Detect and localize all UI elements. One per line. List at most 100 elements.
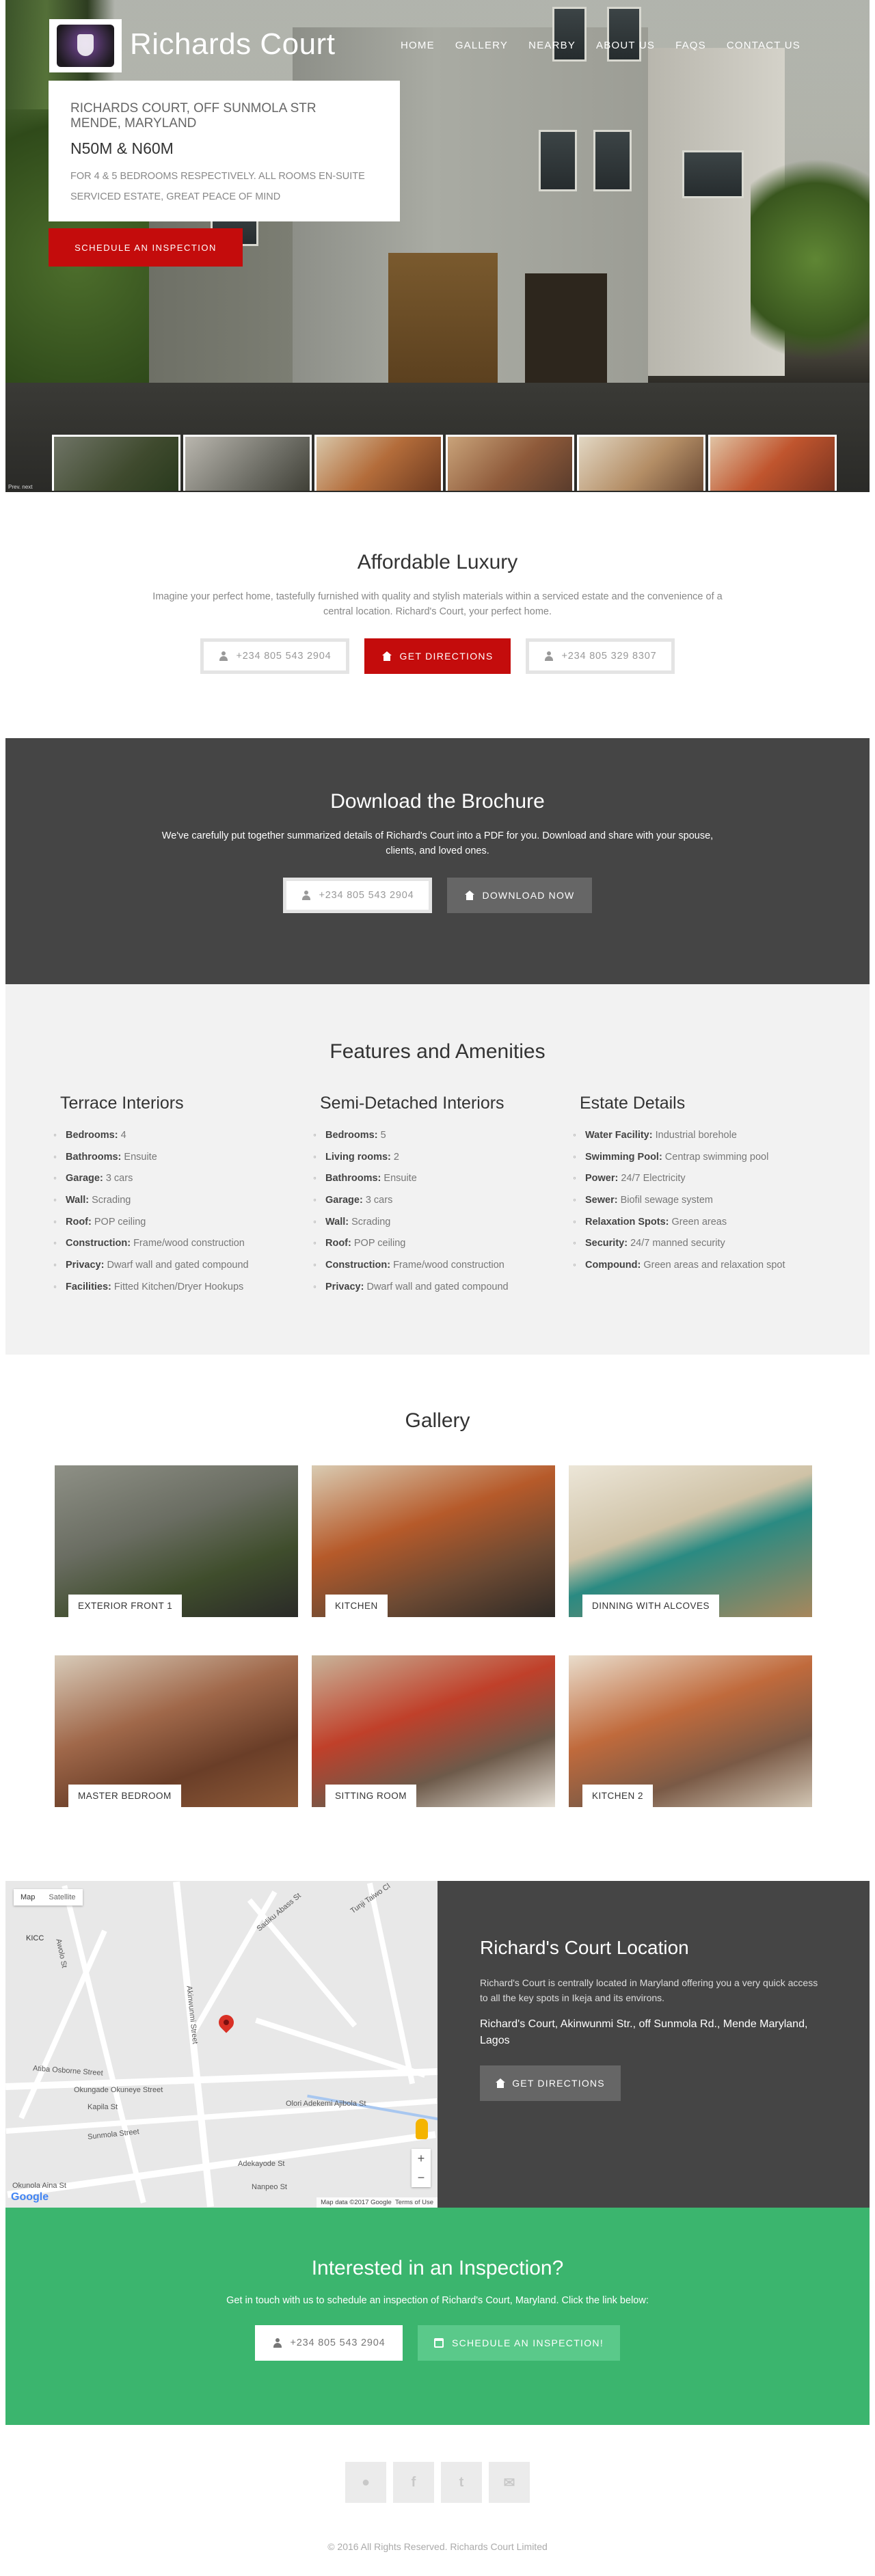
user-icon	[273, 2338, 282, 2348]
feature-item: Construction: Frame/wood construction	[53, 1237, 319, 1260]
facebook-icon[interactable]: f	[393, 2462, 434, 2503]
feature-item: Bathrooms: Ensuite	[313, 1172, 578, 1195]
hero-thumb-5[interactable]	[577, 435, 705, 491]
logo[interactable]	[49, 19, 122, 72]
luxury-section: Affordable Luxury Imagine your perfect h…	[5, 492, 870, 738]
satellite-tab[interactable]: Satellite	[42, 1889, 82, 1906]
schedule-inspection-button[interactable]: SCHEDULE AN INSPECTION	[49, 228, 243, 267]
map-street-label: Awolo St	[54, 1938, 68, 1969]
location-section: Map Satellite KICC Awolo St Sadiku Abass…	[5, 1881, 870, 2208]
phone-2-label: +234 805 329 8307	[561, 651, 657, 662]
feature-item: Relaxation Spots: Green areas	[573, 1216, 838, 1238]
crest-icon	[57, 25, 114, 67]
hero-address-line1: RICHARDS COURT, OFF SUNMOLA STR	[70, 101, 317, 116]
navbar: Richards Court HOME GALLERY NEARBY ABOUT…	[5, 0, 870, 89]
hero-thumb-4[interactable]	[446, 435, 574, 491]
get-directions-button[interactable]: GET DIRECTIONS	[364, 638, 511, 674]
feature-item: Garage: 3 cars	[53, 1172, 319, 1195]
feature-item: Garage: 3 cars	[313, 1194, 578, 1217]
feature-item: Living rooms: 2	[313, 1151, 578, 1174]
map-street-label: Okungade Okuneye Street	[74, 2086, 163, 2094]
user-icon	[219, 651, 228, 661]
feature-item: Roof: POP ceiling	[53, 1216, 319, 1238]
map-street-label: Kapila St	[88, 2103, 118, 2111]
brochure-phone-label: +234 805 543 2904	[319, 890, 414, 901]
map-street-label: Adekayode St	[238, 2160, 285, 2168]
map-poi: KICC	[26, 1934, 44, 1942]
location-directions-button[interactable]: GET DIRECTIONS	[480, 2065, 621, 2101]
inspection-title: Interested in an Inspection?	[311, 2257, 564, 2279]
feature-item: Wall: Scrading	[313, 1216, 578, 1238]
pegman-icon[interactable]	[416, 2119, 428, 2139]
gallery-item[interactable]: SITTING ROOM	[312, 1655, 555, 1807]
zoom-in-button[interactable]: +	[412, 2149, 431, 2168]
download-now-button[interactable]: DOWNLOAD NOW	[447, 878, 592, 913]
twitter-icon[interactable]: t	[441, 2462, 482, 2503]
features-list: Bedrooms: 4 Bathrooms: Ensuite Garage: 3…	[53, 1129, 319, 1303]
nav-contact-us[interactable]: CONTACT US	[727, 40, 800, 51]
hero-price: N50M & N60M	[70, 139, 174, 157]
phone-button-1[interactable]: +234 805 543 2904	[200, 638, 349, 674]
map-terms-link[interactable]: Terms of Use	[395, 2199, 433, 2206]
map-street-label: Sunmola Street	[87, 2128, 140, 2141]
hero-thumb-1[interactable]	[52, 435, 180, 491]
feature-item: Wall: Scrading	[53, 1194, 319, 1217]
gallery-item[interactable]: MASTER BEDROOM	[55, 1655, 298, 1807]
feature-item: Construction: Frame/wood construction	[313, 1259, 578, 1282]
hero-thumbnails	[52, 435, 837, 491]
feature-item: Bedrooms: 5	[313, 1129, 578, 1152]
hero-info-card: RICHARDS COURT, OFF SUNMOLA STR MENDE, M…	[49, 81, 400, 221]
features-column-terrace: Terrace Interiors Bedrooms: 4 Bathrooms:…	[53, 1094, 319, 1303]
gallery-caption: KITCHEN	[325, 1595, 388, 1617]
brochure-phone-button[interactable]: +234 805 543 2904	[283, 878, 432, 913]
hero-door	[525, 273, 607, 390]
hero-tree-right	[751, 137, 870, 383]
zoom-out-button[interactable]: −	[412, 2168, 431, 2187]
email-icon[interactable]: ✉	[489, 2462, 530, 2503]
nav-nearby[interactable]: NEARBY	[528, 40, 576, 51]
phone-button-2[interactable]: +234 805 329 8307	[526, 638, 675, 674]
gallery-item[interactable]: KITCHEN	[312, 1465, 555, 1617]
gallery-title: Gallery	[405, 1409, 470, 1432]
feature-item: Water Facility: Industrial borehole	[573, 1129, 838, 1152]
nav-home[interactable]: HOME	[401, 40, 435, 51]
google-logo: Google	[11, 2191, 49, 2203]
nav-faqs[interactable]: FAQS	[675, 40, 706, 51]
download-icon	[464, 891, 474, 900]
map-marker-icon[interactable]: ●	[345, 2462, 386, 2503]
map-tab[interactable]: Map	[14, 1889, 42, 1906]
hero-thumb-3[interactable]	[314, 435, 443, 491]
schedule-inspection-green-button[interactable]: SCHEDULE AN INSPECTION!	[418, 2325, 620, 2361]
gallery-item[interactable]: DINNING WITH ALCOVES	[569, 1465, 812, 1617]
map-pin-icon[interactable]	[215, 2011, 237, 2033]
google-map[interactable]: Map Satellite KICC Awolo St Sadiku Abass…	[5, 1881, 438, 2208]
features-list: Bedrooms: 5 Living rooms: 2 Bathrooms: E…	[313, 1129, 578, 1303]
get-directions-label: GET DIRECTIONS	[399, 651, 494, 662]
inspection-phone-button[interactable]: +234 805 543 2904	[255, 2325, 403, 2361]
inspection-section: Interested in an Inspection? Get in touc…	[5, 2208, 870, 2425]
hero-window	[539, 130, 577, 191]
features-title: Features and Amenities	[329, 1040, 546, 1063]
hero-address-line2: MENDE, MARYLAND	[70, 116, 197, 131]
feature-item: Privacy: Dwarf wall and gated compound	[53, 1259, 319, 1282]
feature-item: Roof: POP ceiling	[313, 1237, 578, 1260]
home-icon	[496, 2078, 506, 2088]
luxury-text: Imagine your perfect home, tastefully fu…	[152, 591, 723, 617]
features-column-semi-detached: Semi-Detached Interiors Bedrooms: 5 Livi…	[313, 1094, 578, 1303]
phone-1-label: +234 805 543 2904	[236, 651, 332, 662]
hero-desc-line2: SERVICED ESTATE, GREAT PEACE OF MIND	[70, 191, 281, 202]
nav-about-us[interactable]: ABOUT US	[596, 40, 655, 51]
hero-photo-tag: Prev. next	[8, 484, 33, 490]
brand-name[interactable]: Richards Court	[130, 27, 335, 62]
hero-thumb-6[interactable]	[708, 435, 837, 491]
nav-gallery[interactable]: GALLERY	[455, 40, 508, 51]
gallery-item[interactable]: EXTERIOR FRONT 1	[55, 1465, 298, 1617]
feature-item: Swimming Pool: Centrap swimming pool	[573, 1151, 838, 1174]
map-street-label: Okunola Aina St	[12, 2182, 66, 2190]
features-column-title: Semi-Detached Interiors	[320, 1094, 504, 1113]
features-column-title: Estate Details	[580, 1094, 686, 1113]
gallery-item[interactable]: KITCHEN 2	[569, 1655, 812, 1807]
gallery-caption: KITCHEN 2	[582, 1785, 654, 1807]
hero-thumb-2[interactable]	[183, 435, 312, 491]
hero-desc-line1: FOR 4 & 5 BEDROOMS RESPECTIVELY. ALL ROO…	[70, 171, 365, 182]
